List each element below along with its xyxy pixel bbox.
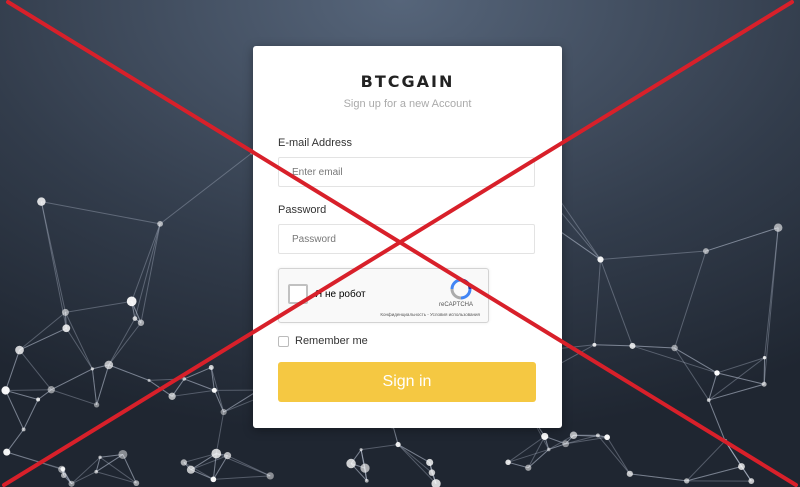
sign-in-button[interactable]: Sign in xyxy=(278,362,536,402)
recaptcha-terms-link[interactable]: Конфиденциальность - Условия использован… xyxy=(380,312,480,317)
email-field[interactable] xyxy=(278,157,535,187)
remember-me-label: Remember me xyxy=(295,335,368,347)
recaptcha-label: Я не робот xyxy=(315,289,366,300)
signup-card: BTCGAIN Sign up for a new Account E-mail… xyxy=(253,46,562,428)
page-subtitle: Sign up for a new Account xyxy=(343,98,472,110)
recaptcha-checkbox[interactable] xyxy=(288,284,308,304)
brand-title: BTCGAIN xyxy=(360,72,455,91)
email-label: E-mail Address xyxy=(278,137,352,149)
remember-me-checkbox[interactable] xyxy=(278,336,289,347)
recaptcha-logo-icon xyxy=(450,278,472,300)
password-label: Password xyxy=(278,204,327,216)
recaptcha-widget: Я не робот reCAPTCHA Конфиденциальность … xyxy=(278,268,489,323)
recaptcha-brand: reCAPTCHA xyxy=(439,302,474,308)
password-field[interactable] xyxy=(278,224,535,254)
